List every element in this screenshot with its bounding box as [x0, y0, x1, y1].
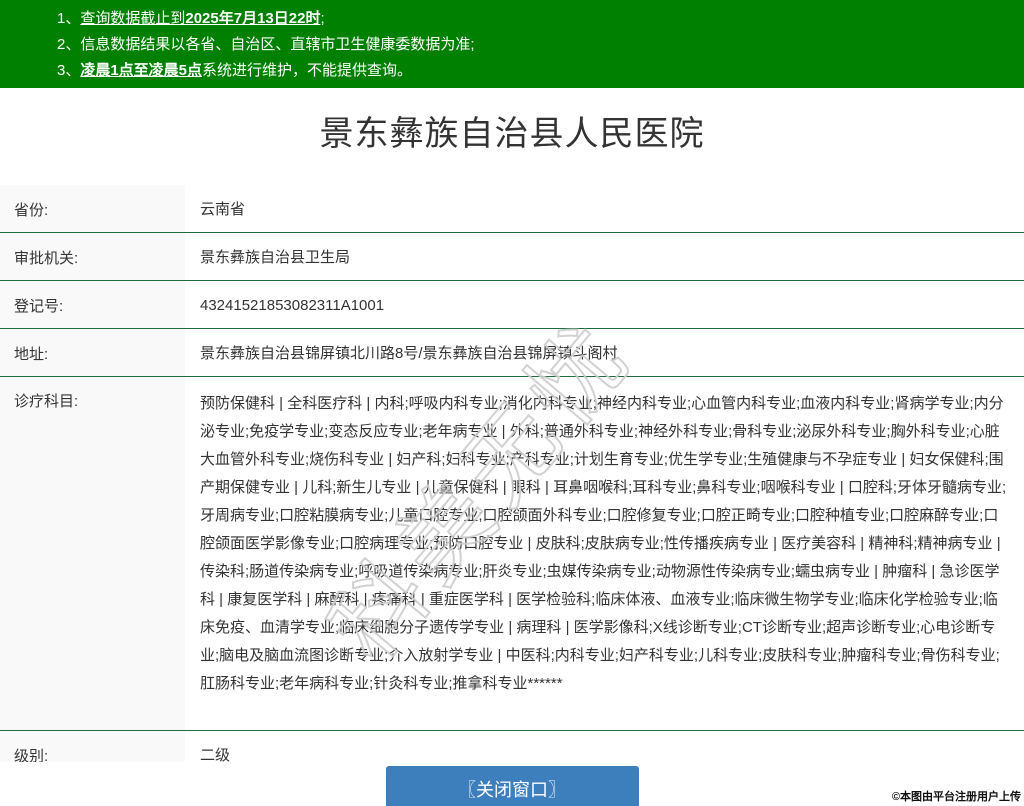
notice-3-text: 系统进行维护，不能提供查询。	[202, 62, 413, 79]
details-table: 省份: 云南省 审批机关: 景东彝族自治县卫生局 登记号: 4324152185…	[0, 185, 1024, 762]
row-value: 二级	[200, 747, 231, 762]
notice-1-number: 1、	[57, 10, 81, 27]
notice-3-time: 凌晨1点至凌晨5点	[80, 62, 203, 79]
row-label: 登记号:	[0, 281, 185, 328]
table-row-address: 地址: 景东彝族自治县锦屏镇北川路8号/景东彝族自治县锦屏镇斗阁村	[0, 329, 1024, 377]
notice-1-date: 2025年7月13日22时	[185, 10, 321, 27]
table-row-province: 省份: 云南省	[0, 185, 1024, 233]
table-row-medical-subjects: 诊疗科目: 预防保健科 | 全科医疗科 | 内科;呼吸内科专业;消化内科专业;神…	[0, 377, 1024, 731]
table-row-registration-number: 登记号: 43241521853082311A1001	[0, 281, 1024, 329]
row-value: 预防保健科 | 全科医疗科 | 内科;呼吸内科专业;消化内科专业;神经内科专业;…	[200, 395, 1007, 692]
notice-line-2: 2、信息数据结果以各省、自治区、直辖市卫生健康委数据为准;	[57, 32, 1014, 58]
row-value: 景东彝族自治县卫生局	[200, 249, 351, 266]
row-label: 省份:	[0, 185, 185, 232]
close-window-button[interactable]: 〖关闭窗口〗	[385, 766, 639, 806]
row-label: 审批机关:	[0, 233, 185, 280]
button-area: 〖关闭窗口〗	[0, 766, 1024, 806]
notice-1-prefix: 查询数据截止到	[80, 10, 186, 27]
notice-line-3: 3、凌晨1点至凌晨5点系统进行维护，不能提供查询。	[57, 58, 1014, 84]
row-label: 地址:	[0, 329, 185, 376]
row-value: 43241521853082311A1001	[200, 297, 385, 314]
notice-banner: 1、查询数据截止到2025年7月13日22时; 2、信息数据结果以各省、自治区、…	[0, 0, 1024, 88]
table-row-level: 级别: 二级	[0, 731, 1024, 762]
table-row-approval-authority: 审批机关: 景东彝族自治县卫生局	[0, 233, 1024, 281]
row-value: 景东彝族自治县锦屏镇北川路8号/景东彝族自治县锦屏镇斗阁村	[200, 345, 618, 362]
notice-3-number: 3、	[57, 62, 81, 79]
row-label: 级别:	[0, 731, 185, 762]
page-title: 景东彝族自治县人民医院	[319, 115, 705, 153]
row-label: 诊疗科目:	[0, 377, 185, 730]
notice-1-suffix: ;	[320, 10, 325, 27]
notice-line-1: 1、查询数据截止到2025年7月13日22时;	[57, 6, 1014, 32]
notice-2-number: 2、	[57, 36, 81, 53]
query-result-page: 1、查询数据截止到2025年7月13日22时; 2、信息数据结果以各省、自治区、…	[0, 0, 1024, 806]
footer-note: ©本图由平台注册用户上传	[891, 791, 1021, 803]
notice-2-text: 信息数据结果以各省、自治区、直辖市卫生健康委数据为准;	[80, 36, 475, 53]
row-value: 云南省	[200, 201, 246, 218]
